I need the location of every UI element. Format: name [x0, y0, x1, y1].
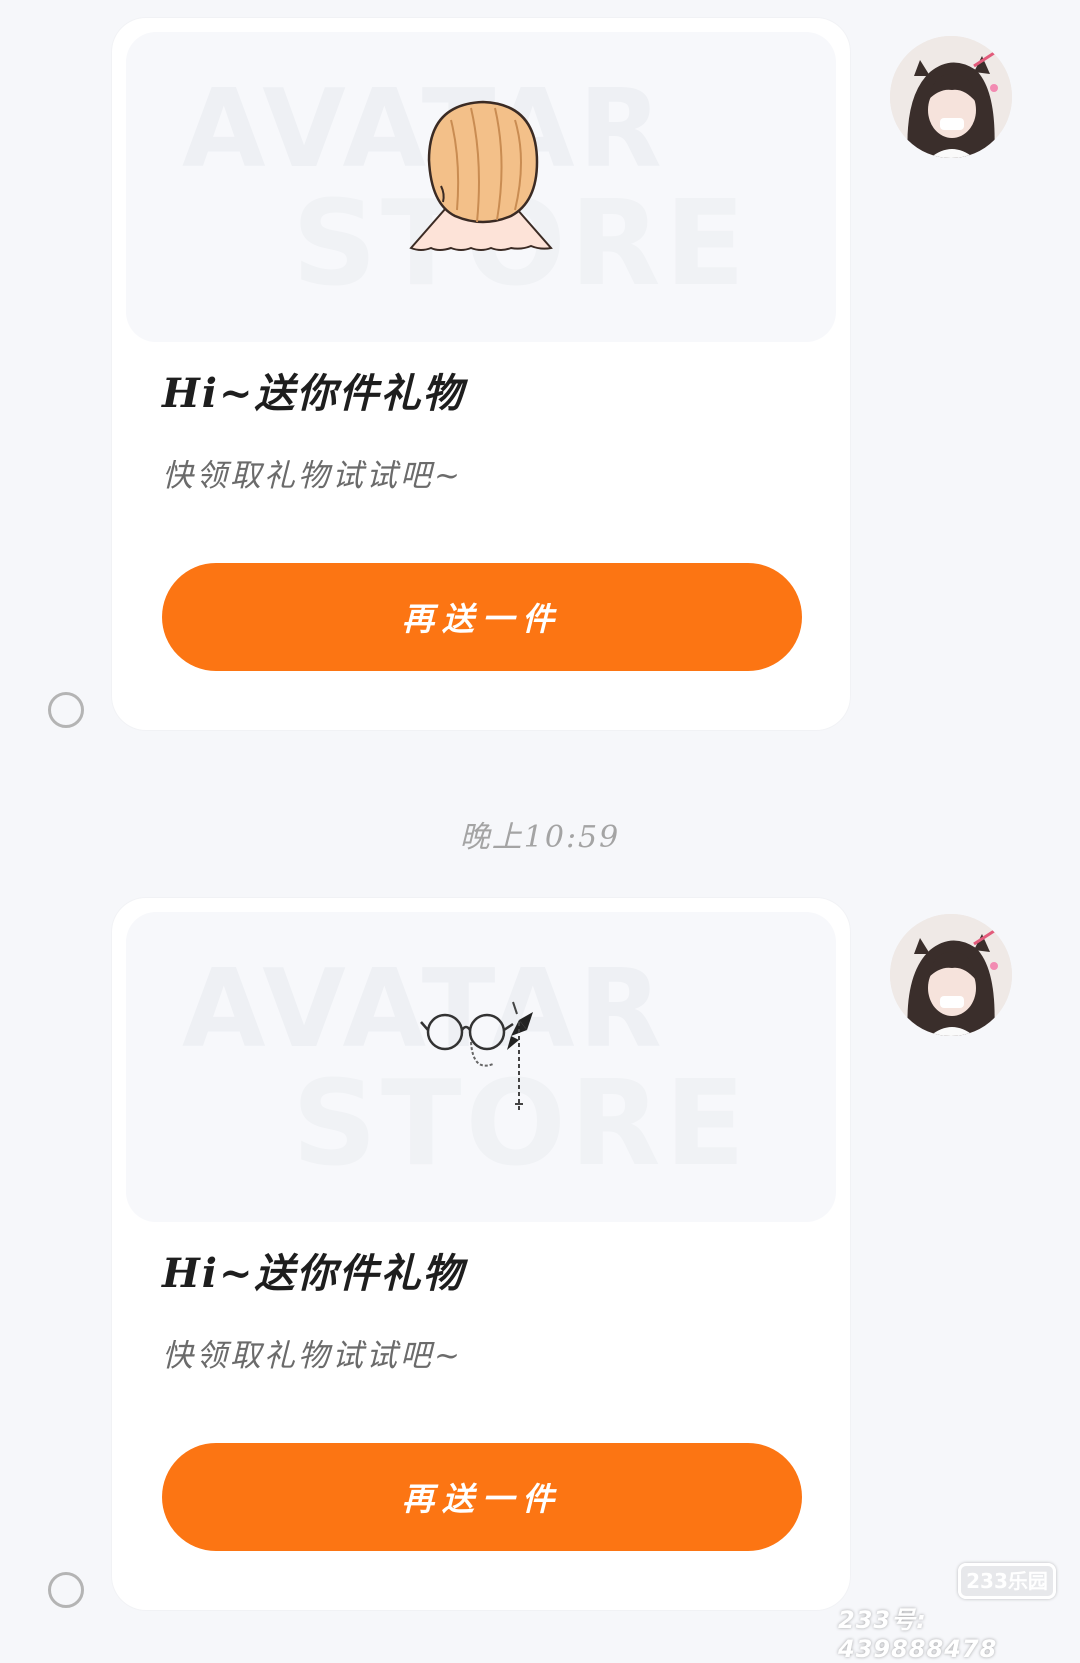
item-preview[interactable]: AVATAR STORE	[126, 32, 836, 342]
gift-title: Hi~送你件礼物	[162, 1250, 465, 1297]
send-another-button[interactable]: 再送一件	[162, 563, 802, 671]
select-radio[interactable]	[48, 692, 84, 728]
avatar-image	[890, 36, 1012, 158]
send-another-button[interactable]: 再送一件	[162, 1443, 802, 1551]
gift-message-card: AVATAR STORE Hi~送你件礼物 快领取礼物试试吧~ 再送一件	[112, 898, 850, 1610]
gift-subtitle: 快领取礼物试试吧~	[162, 1338, 463, 1374]
message-timestamp: 晚上10:59	[459, 820, 621, 855]
gift-title: Hi~送你件礼物	[162, 370, 465, 417]
item-preview[interactable]: AVATAR STORE	[126, 912, 836, 1222]
select-radio[interactable]	[48, 1572, 84, 1608]
user-avatar[interactable]	[890, 914, 1012, 1036]
user-avatar[interactable]	[890, 36, 1012, 158]
hair-icon	[409, 100, 553, 251]
glasses-icon	[420, 1001, 533, 1110]
site-logo: 233乐园	[958, 1563, 1056, 1599]
site-id-text: 233号: 439888478	[838, 1606, 998, 1663]
avatar-image	[890, 914, 1012, 1036]
gift-message-card: AVATAR STORE Hi~送你件礼物 快领取礼物试试吧~ 再送一件	[112, 18, 850, 730]
gift-subtitle: 快领取礼物试试吧~	[162, 458, 463, 494]
